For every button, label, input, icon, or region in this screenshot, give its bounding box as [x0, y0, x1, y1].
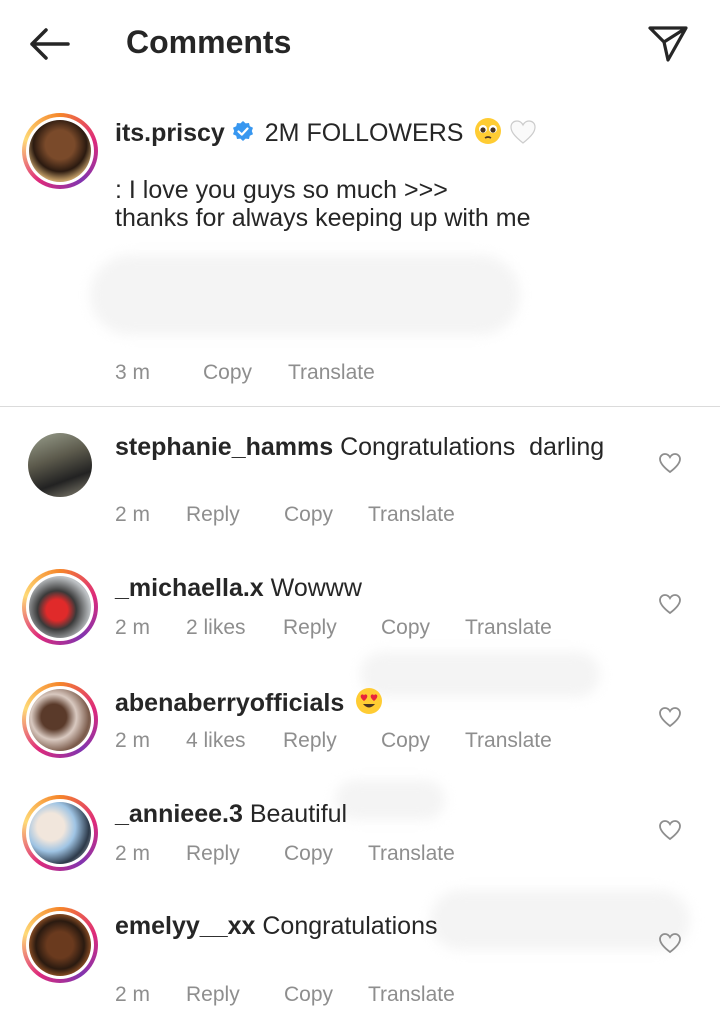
caption-avatar[interactable] — [22, 113, 98, 189]
caption-headline: 2M FOLLOWERS — [264, 119, 464, 147]
comment-text: Congratulations — [262, 912, 438, 940]
redacted-area — [90, 255, 520, 335]
caption-copy-button[interactable]: Copy — [203, 361, 252, 385]
copy-button[interactable]: Copy — [381, 616, 430, 640]
reply-button[interactable]: Reply — [283, 729, 337, 753]
page-title: Comments — [126, 24, 292, 60]
comment-avatar[interactable] — [28, 433, 92, 497]
comment-text: Beautiful — [249, 800, 348, 828]
comment-body: _michaella.x Wowww — [115, 574, 362, 603]
comment-username[interactable]: abenaberryofficials — [115, 689, 344, 717]
share-button[interactable] — [646, 22, 690, 66]
pleading-face-emoji-icon — [475, 118, 502, 144]
copy-button[interactable]: Copy — [381, 729, 430, 753]
comment-body: emelyy__xx Congratulations — [115, 912, 437, 941]
comment-time: 2 m — [115, 729, 151, 752]
like-heart-icon[interactable] — [658, 452, 682, 474]
comment-time: 2 m — [115, 503, 151, 526]
comment-meta: 2 m 4 likes Reply Copy Translate — [115, 729, 595, 755]
comment-username[interactable]: _michaella.x — [115, 574, 264, 602]
caption-header: its.priscy 2M FOLLOWERS — [115, 117, 537, 148]
comment-avatar[interactable] — [22, 795, 98, 871]
back-button[interactable] — [24, 22, 72, 66]
comment-avatar[interactable] — [22, 569, 98, 645]
comment-time: 2 m — [115, 842, 151, 865]
caption-time: 3 m — [115, 361, 151, 384]
copy-button[interactable]: Copy — [284, 983, 333, 1007]
comment-username[interactable]: emelyy__xx — [115, 912, 255, 940]
comment-time: 2 m — [115, 616, 151, 639]
translate-button[interactable]: Translate — [465, 729, 552, 753]
comment-avatar[interactable] — [22, 907, 98, 983]
like-heart-icon[interactable] — [658, 593, 682, 615]
likes-count[interactable]: 2 likes — [186, 616, 246, 640]
like-heart-icon[interactable] — [658, 706, 682, 728]
comment-body: abenaberryofficials — [115, 687, 383, 718]
redacted-area — [335, 780, 445, 820]
arrow-left-icon — [30, 28, 70, 60]
copy-button[interactable]: Copy — [284, 842, 333, 866]
comment-body: stephanie_hamms Congratulations darling — [115, 433, 604, 462]
comment-avatar[interactable] — [22, 682, 98, 758]
comment-meta: 2 m Reply Copy Translate — [115, 983, 515, 1009]
comment-body: _annieee.3 Beautiful — [115, 800, 347, 829]
translate-button[interactable]: Translate — [368, 983, 455, 1007]
translate-button[interactable]: Translate — [368, 503, 455, 527]
like-heart-icon[interactable] — [658, 819, 682, 841]
caption-username[interactable]: its.priscy — [115, 119, 225, 147]
caption-line-2: thanks for always keeping up with me — [115, 204, 531, 232]
caption-line-1: : I love you guys so much >>> — [115, 176, 448, 204]
comment-username[interactable]: _annieee.3 — [115, 800, 243, 828]
like-heart-icon[interactable] — [658, 932, 682, 954]
header: Comments — [0, 0, 720, 88]
reply-button[interactable]: Reply — [186, 983, 240, 1007]
comment-time: 2 m — [115, 983, 151, 1006]
likes-count[interactable]: 4 likes — [186, 729, 246, 753]
comment-text: Congratulations darling — [340, 433, 605, 461]
caption-translate-button[interactable]: Translate — [288, 361, 375, 385]
comment-meta: 2 m Reply Copy Translate — [115, 842, 515, 868]
redacted-area — [360, 652, 600, 697]
reply-button[interactable]: Reply — [283, 616, 337, 640]
divider — [0, 406, 720, 407]
comment-text: Wowww — [270, 574, 362, 602]
comment-username[interactable]: stephanie_hamms — [115, 433, 333, 461]
copy-button[interactable]: Copy — [284, 503, 333, 527]
comment-meta: 2 m 2 likes Reply Copy Translate — [115, 616, 595, 642]
translate-button[interactable]: Translate — [368, 842, 455, 866]
paper-plane-icon — [648, 26, 688, 62]
heart-eyes-emoji-icon — [356, 688, 383, 714]
reply-button[interactable]: Reply — [186, 503, 240, 527]
comment-meta: 2 m Reply Copy Translate — [115, 503, 515, 529]
white-heart-emoji-icon — [510, 120, 536, 144]
verified-badge-icon — [232, 121, 253, 141]
translate-button[interactable]: Translate — [465, 616, 552, 640]
redacted-area — [430, 890, 690, 950]
reply-button[interactable]: Reply — [186, 842, 240, 866]
caption-meta: 3 m Copy Translate — [115, 361, 515, 387]
